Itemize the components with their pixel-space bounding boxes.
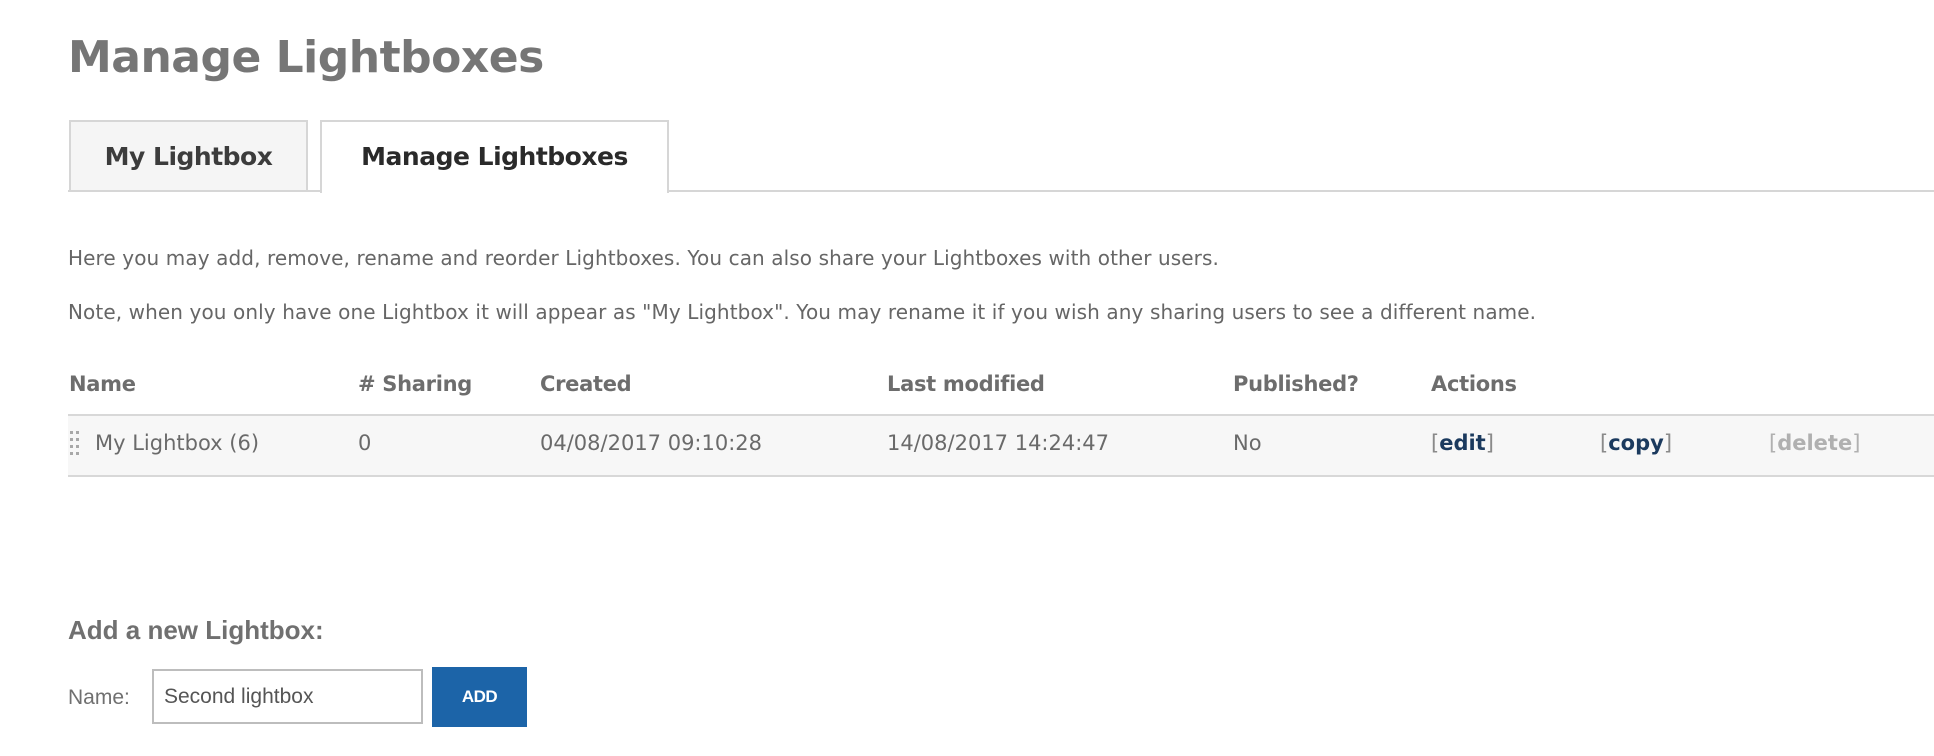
cell-created: 04/08/2017 09:10:28 (540, 431, 763, 455)
bracket-close: ] (1485, 431, 1494, 455)
bracket-open: [ (1431, 431, 1440, 455)
tab-my-lightbox[interactable]: My Lightbox (69, 120, 308, 190)
edit-action: [edit] (1431, 428, 1494, 458)
cell-sharing: 0 (358, 431, 372, 455)
column-header-actions: Actions (1431, 372, 1517, 396)
drag-handle-icon[interactable] (70, 431, 82, 457)
bracket-close: ] (1852, 431, 1861, 455)
column-header-published: Published? (1233, 372, 1359, 396)
lightbox-name-input[interactable] (152, 669, 423, 724)
cell-name: My Lightbox (6) (95, 431, 260, 455)
bracket-open: [ (1769, 431, 1778, 455)
delete-link[interactable]: delete (1777, 431, 1852, 455)
add-lightbox-heading: Add a new Lightbox: (68, 615, 324, 645)
copy-link[interactable]: copy (1608, 431, 1664, 455)
column-header-name: Name (69, 372, 136, 396)
bracket-open: [ (1600, 431, 1609, 455)
tab-manage-lightboxes[interactable]: Manage Lightboxes (320, 120, 669, 193)
cell-last-modified: 14/08/2017 14:24:47 (887, 431, 1110, 455)
edit-link[interactable]: edit (1439, 431, 1486, 455)
bracket-close: ] (1663, 431, 1673, 455)
name-label: Name: (68, 686, 130, 709)
cell-published: No (1233, 431, 1262, 455)
column-header-created: Created (540, 372, 632, 396)
add-button[interactable]: ADD (432, 667, 527, 727)
intro-text: Here you may add, remove, rename and reo… (68, 246, 1219, 270)
column-header-sharing: # Sharing (358, 372, 472, 396)
page-title: Manage Lightboxes (68, 32, 544, 83)
copy-action: [copy] (1600, 428, 1672, 458)
delete-action: [delete] (1769, 428, 1860, 458)
note-text: Note, when you only have one Lightbox it… (68, 300, 1537, 324)
column-header-last-modified: Last modified (887, 372, 1045, 396)
